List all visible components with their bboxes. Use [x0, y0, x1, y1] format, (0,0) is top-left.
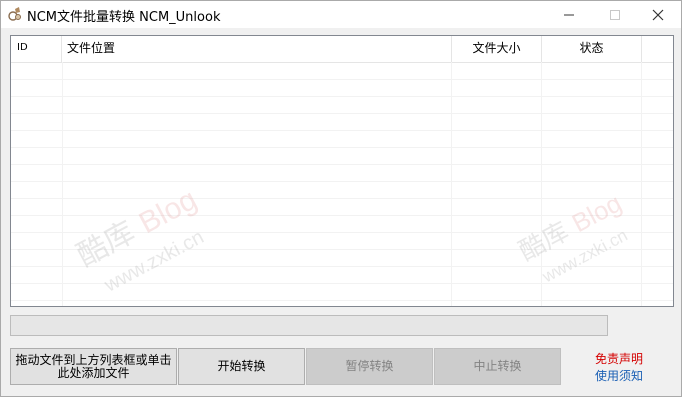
stop-conversion-button[interactable]: 中止转换 [434, 348, 561, 385]
maximize-icon [610, 9, 620, 20]
disclaimer-link[interactable]: 免责声明 [595, 350, 643, 367]
column-header-size[interactable]: 文件大小 [452, 36, 542, 62]
window-title: NCM文件批量转换 NCM_Unlook [27, 10, 221, 25]
conversion-progress-bar [10, 315, 608, 336]
pause-conversion-button[interactable]: 暂停转换 [306, 348, 433, 385]
usage-notice-link[interactable]: 使用须知 [595, 367, 643, 384]
column-header-id[interactable]: ID [11, 36, 62, 62]
start-conversion-button[interactable]: 开始转换 [178, 348, 305, 385]
title-bar[interactable]: NCM文件批量转换 NCM_Unlook [1, 1, 681, 28]
app-icon [8, 7, 21, 21]
maximize-button[interactable] [592, 1, 638, 28]
minimize-icon [564, 14, 574, 15]
list-header: ID 文件位置 文件大小 状态 [11, 36, 673, 63]
column-header-status[interactable]: 状态 [542, 36, 642, 62]
column-header-path[interactable]: 文件位置 [62, 36, 452, 62]
file-list[interactable]: ID 文件位置 文件大小 状态 酷库 Blog www.zxki.cn 酷库 B… [10, 35, 674, 307]
close-button[interactable] [635, 1, 681, 28]
app-window: NCM文件批量转换 NCM_Unlook ID 文件位置 文件大小 状态 酷库 … [0, 0, 682, 397]
add-files-button[interactable]: 拖动文件到上方列表框或单击此处添加文件 [10, 348, 177, 385]
list-grid [11, 62, 673, 306]
close-icon [652, 9, 664, 20]
minimize-button[interactable] [546, 1, 592, 28]
